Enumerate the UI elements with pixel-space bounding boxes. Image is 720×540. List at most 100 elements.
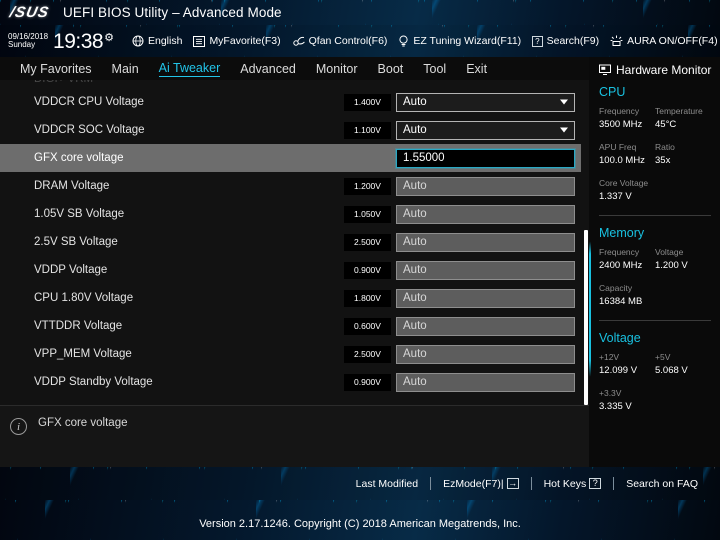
setting-value-field[interactable]: Auto <box>396 260 575 280</box>
setting-value-text: Auto <box>403 96 427 108</box>
ez-tuning-wizard-button[interactable]: EZ Tuning Wizard(F11) <box>398 35 521 47</box>
ez-tuning-label: EZ Tuning Wizard(F11) <box>413 35 522 47</box>
footer-link-bar: Last Modified EzMode(F7)| → Hot Keys? Search… <box>0 467 720 500</box>
setting-value-field[interactable]: Auto <box>396 316 575 336</box>
title-banner: /SUS UEFI BIOS Utility – Advanced Mode <box>0 0 720 25</box>
gear-icon[interactable]: ⚙ <box>104 31 114 44</box>
tab-boot[interactable]: Boot <box>378 62 404 76</box>
setting-value-dropdown[interactable]: Auto <box>396 120 575 140</box>
setting-row[interactable]: 1.05V SB Voltage 1.050V Auto <box>0 200 589 228</box>
setting-row[interactable]: 2.5V SB Voltage 2.500V Auto <box>0 228 589 256</box>
setting-row[interactable]: VPP_MEM Voltage 2.500V Auto <box>0 340 589 368</box>
setting-row[interactable]: VDDCR SOC Voltage 1.100V Auto <box>0 116 589 144</box>
list-scrollbar-thumb[interactable] <box>583 230 588 405</box>
star-list-icon <box>193 35 206 47</box>
setting-row[interactable]: VDDCR CPU Voltage 1.400V Auto <box>0 88 589 116</box>
qfan-control-button[interactable]: Qfan Control(F6) <box>292 35 388 47</box>
hw-section-title: Voltage <box>599 331 641 345</box>
hardware-monitor-title-label: Hardware Monitor <box>616 63 712 77</box>
setting-label: VPP_MEM Voltage <box>34 348 132 360</box>
setting-row[interactable]: VDDP Voltage 0.900V Auto <box>0 256 589 284</box>
settings-list: DIGI+ VRM VDDCR CPU Voltage1.400VAutoVDD… <box>0 80 589 405</box>
setting-value-text: Auto <box>403 320 427 332</box>
tab-main[interactable]: Main <box>112 62 139 76</box>
setting-value-field[interactable]: Auto <box>396 232 575 252</box>
setting-monitor-value: 1.050V <box>344 205 391 223</box>
setting-label: GFX core voltage <box>34 152 124 164</box>
info-circle-icon: i <box>10 418 27 435</box>
monitor-icon <box>599 64 611 75</box>
hw-reading-key: +3.3V <box>599 388 622 398</box>
main-tab-bar: My Favorites Main Ai Tweaker Advanced Monito… <box>0 57 589 80</box>
setting-value-text: Auto <box>403 376 427 388</box>
search-button[interactable]: ? Search(F9) <box>532 35 599 47</box>
setting-value-text: Auto <box>403 292 427 304</box>
setting-value-field[interactable]: Auto <box>396 176 575 196</box>
setting-value-dropdown[interactable]: Auto <box>396 92 575 112</box>
hw-reading: Ratio 35x <box>655 141 711 168</box>
clipped-row-label: DIGI+ VRM <box>34 80 93 85</box>
hw-reading: +12V 12.099 V <box>599 351 655 378</box>
setting-label: VDDP Voltage <box>34 264 108 276</box>
tab-monitor[interactable]: Monitor <box>316 62 358 76</box>
setting-row[interactable]: GFX core voltage 1.55000 <box>0 144 589 172</box>
question-box-icon: ? <box>589 478 602 489</box>
hw-reading-pair: Capacity 16384 MB <box>589 282 720 318</box>
footer-link-label: Hot Keys <box>543 477 587 490</box>
hw-reading-key: Temperature <box>655 106 703 116</box>
footer-link-last-modified[interactable]: Last Modified <box>344 478 430 490</box>
setting-row[interactable]: VTTDDR Voltage 0.600V Auto <box>0 312 589 340</box>
setting-label: 2.5V SB Voltage <box>34 236 118 248</box>
setting-label: VDDCR SOC Voltage <box>34 124 145 136</box>
setting-label: VDDCR CPU Voltage <box>34 96 144 108</box>
setting-monitor-value: 1.800V <box>344 289 391 307</box>
hw-reading: Frequency 3500 MHz <box>599 105 655 132</box>
version-bar: Version 2.17.1246. Copyright (C) 2018 Am… <box>0 500 720 540</box>
tab-ai-tweaker[interactable]: Ai Tweaker <box>158 61 221 77</box>
footer-link-ezmode-f7[interactable]: EzMode(F7)| → <box>431 478 531 490</box>
hardware-monitor-title: Hardware Monitor <box>589 63 720 85</box>
hw-reading-value: 100.0 MHz <box>599 154 645 166</box>
hw-section-title: Memory <box>599 226 645 240</box>
hw-reading-pair: Frequency 3500 MHz Temperature 45°C <box>589 105 720 141</box>
setting-monitor-value: 1.100V <box>344 121 391 139</box>
hw-reading-value: 1.337 V <box>599 190 632 202</box>
hw-reading: Capacity 16384 MB <box>599 282 711 309</box>
setting-monitor-value: 0.900V <box>344 261 391 279</box>
arrow-right-box-icon: → <box>506 478 519 489</box>
globe-icon <box>132 35 144 47</box>
tab-my-favorites[interactable]: My Favorites <box>20 62 92 76</box>
setting-monitor-value: 1.200V <box>344 177 391 195</box>
footer-link-label: EzMode(F7)| <box>443 477 504 490</box>
footer-link-hot-keys[interactable]: Hot Keys? <box>532 478 614 490</box>
setting-row[interactable]: CPU 1.80V Voltage 1.800V Auto <box>0 284 589 312</box>
setting-monitor-value: 2.500V <box>344 345 391 363</box>
myfavorite-button[interactable]: MyFavorite(F3) <box>193 35 281 47</box>
tab-exit[interactable]: Exit <box>466 62 487 76</box>
clipped-row-top[interactable]: DIGI+ VRM <box>0 80 589 88</box>
list-scrollbar-track[interactable] <box>581 80 589 405</box>
hw-reading-pair: APU Freq 100.0 MHz Ratio 35x <box>589 141 720 177</box>
footer-link-search-on-faq[interactable]: Search on FAQ <box>614 478 710 490</box>
hw-reading-value: 3.335 V <box>599 400 632 412</box>
setting-row[interactable]: VDDP Standby Voltage 0.900V Auto <box>0 368 589 396</box>
hw-reading-pair: Frequency 2400 MHz Voltage 1.200 V <box>589 246 720 282</box>
setting-value-field[interactable]: Auto <box>396 372 575 392</box>
setting-value-input[interactable]: 1.55000 <box>396 148 575 168</box>
setting-value-field[interactable]: Auto <box>396 288 575 308</box>
hw-reading-key: Capacity <box>599 283 633 293</box>
aura-toggle-button[interactable]: AURA ON/OFF(F4) <box>610 35 718 47</box>
setting-value-field[interactable]: Auto <box>396 344 575 364</box>
myfavorite-label: MyFavorite(F3) <box>209 35 281 47</box>
setting-label: VTTDDR Voltage <box>34 320 123 332</box>
setting-label: 1.05V SB Voltage <box>34 208 125 220</box>
tab-advanced[interactable]: Advanced <box>240 62 296 76</box>
qfan-label: Qfan Control(F6) <box>308 35 388 47</box>
hw-reading-key: Frequency <box>599 106 640 116</box>
language-button[interactable]: English <box>132 35 182 47</box>
tab-tool[interactable]: Tool <box>423 62 446 76</box>
question-box-icon: ? <box>532 35 543 47</box>
setting-value-field[interactable]: Auto <box>396 204 575 224</box>
setting-row[interactable]: DRAM Voltage 1.200V Auto <box>0 172 589 200</box>
hw-section-title: CPU <box>599 85 626 99</box>
